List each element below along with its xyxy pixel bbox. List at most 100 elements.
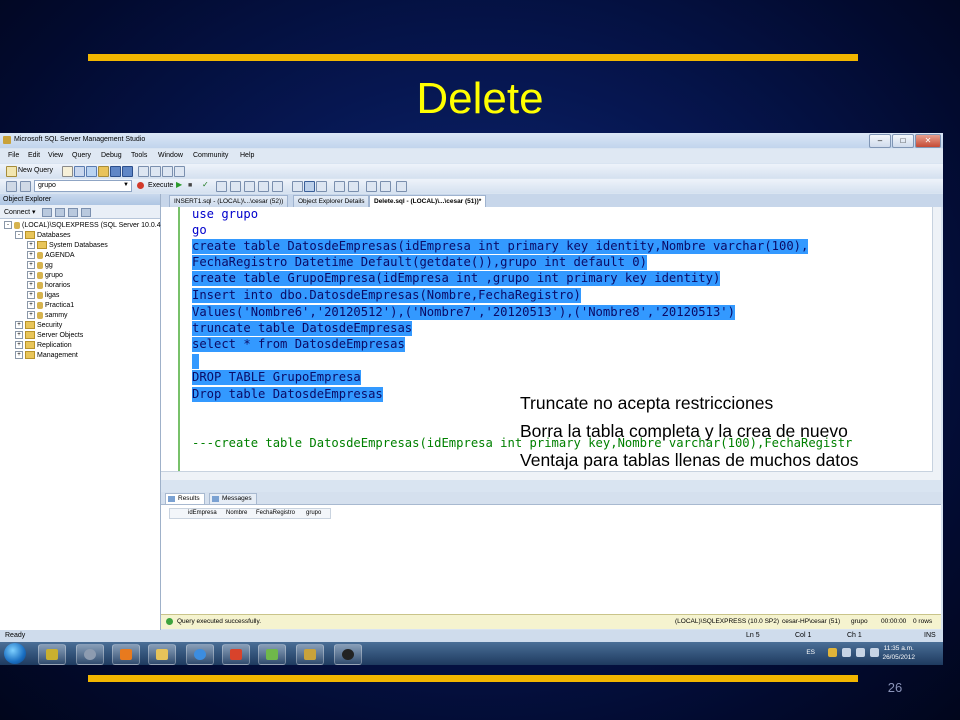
expand-icon[interactable]: + xyxy=(27,261,35,270)
notification-icon[interactable] xyxy=(828,648,837,657)
taskbar-app-button[interactable] xyxy=(334,644,362,665)
expand-icon[interactable]: + xyxy=(27,281,35,290)
menu-window[interactable]: Window xyxy=(158,152,183,159)
save-icon[interactable] xyxy=(110,166,121,177)
maximize-button[interactable]: □ xyxy=(892,134,914,148)
menu-help[interactable]: Help xyxy=(240,152,254,159)
expand-icon[interactable]: + xyxy=(27,311,35,320)
parse-check-icon[interactable]: ✓ xyxy=(202,180,209,189)
menu-edit[interactable]: Edit xyxy=(28,152,40,159)
taskbar-app-button[interactable] xyxy=(112,644,140,665)
menu-tools[interactable]: Tools xyxy=(131,152,147,159)
tree-item-database[interactable]: + sammy xyxy=(27,311,68,321)
results-to-file-icon[interactable] xyxy=(272,181,283,192)
system-clock[interactable]: 11:35 a.m. 26/05/2012 xyxy=(882,644,915,662)
network-icon[interactable] xyxy=(856,648,865,657)
tree-databases-folder[interactable]: - Databases xyxy=(15,231,70,241)
column-header-grupo[interactable]: grupo xyxy=(306,510,321,516)
volume-icon[interactable] xyxy=(870,648,879,657)
taskbar-app-button[interactable] xyxy=(222,644,250,665)
column-header-fecharegistro[interactable]: FechaRegistro xyxy=(256,510,295,516)
tree-server[interactable]: - (LOCAL)\SQLEXPRESS (SQL Server 10.0.406 xyxy=(4,221,168,231)
column-header-nombre[interactable]: Nombre xyxy=(226,510,247,516)
editor-horizontal-scrollbar[interactable] xyxy=(161,471,933,480)
uncomment-icon[interactable] xyxy=(334,181,345,192)
expand-icon[interactable]: + xyxy=(27,271,35,280)
tree-item-database[interactable]: + gg xyxy=(27,261,53,271)
collapse-icon[interactable]: - xyxy=(4,221,12,230)
query-designer-icon[interactable] xyxy=(230,181,241,192)
minimize-button[interactable]: – xyxy=(869,134,891,148)
editor-vertical-scrollbar[interactable] xyxy=(932,207,941,480)
tree-item-security[interactable]: + Security xyxy=(15,321,62,331)
object-explorer-icon[interactable] xyxy=(150,166,161,177)
tree-item-database[interactable]: + ligas xyxy=(27,291,59,301)
tab-insert1[interactable]: INSERT1.sql - (LOCAL)\...\cesar (52)) xyxy=(169,195,289,207)
tray-icon[interactable] xyxy=(842,648,851,657)
taskbar-app-button[interactable] xyxy=(76,644,104,665)
close-button[interactable]: ✕ xyxy=(915,134,941,148)
intellisense-icon[interactable] xyxy=(396,181,407,192)
analysis-query-icon[interactable] xyxy=(86,166,97,177)
database-engine-query-icon[interactable] xyxy=(74,166,85,177)
expand-icon[interactable]: + xyxy=(15,351,23,360)
tree-item-server-objects[interactable]: + Server Objects xyxy=(15,331,83,341)
tree-item-database[interactable]: + Practica1 xyxy=(27,301,74,311)
menu-view[interactable]: View xyxy=(48,152,63,159)
available-databases-select[interactable]: grupo ▼ xyxy=(34,180,132,192)
results-to-text-icon[interactable] xyxy=(244,181,255,192)
taskbar-app-button[interactable] xyxy=(148,644,176,665)
template-explorer-icon[interactable] xyxy=(162,166,173,177)
tree-item-database[interactable]: + grupo xyxy=(27,271,63,281)
tab-delete[interactable]: Delete.sql - (LOCAL)\...\cesar (51))* xyxy=(369,195,487,207)
column-header-idempresa[interactable]: idEmpresa xyxy=(188,510,217,516)
debug-play-icon[interactable]: ▶ xyxy=(176,180,182,189)
stop-icon[interactable] xyxy=(55,208,65,217)
refresh-icon[interactable] xyxy=(81,208,91,217)
open-file-icon[interactable] xyxy=(98,166,109,177)
tree-item-replication[interactable]: + Replication xyxy=(15,341,72,351)
properties-window-icon[interactable] xyxy=(174,166,185,177)
tab-object-explorer-details[interactable]: Object Explorer Details xyxy=(293,195,370,207)
menu-file[interactable]: File xyxy=(8,152,19,159)
results-to-grid-icon[interactable] xyxy=(258,181,269,192)
taskbar-app-button[interactable] xyxy=(186,644,214,665)
expand-icon[interactable]: + xyxy=(27,241,35,250)
taskbar-app-button[interactable] xyxy=(296,644,324,665)
expand-icon[interactable]: + xyxy=(27,251,35,260)
change-connection-icon[interactable] xyxy=(6,181,17,192)
client-statistics-icon[interactable] xyxy=(304,181,315,192)
display-plan-icon[interactable] xyxy=(216,181,227,192)
cancel-query-icon[interactable]: ■ xyxy=(188,182,192,189)
taskbar-app-button[interactable] xyxy=(38,644,66,665)
new-query-button[interactable]: New Query xyxy=(18,167,53,174)
expand-icon[interactable]: + xyxy=(15,341,23,350)
registered-servers-icon[interactable] xyxy=(138,166,149,177)
filter-icon[interactable] xyxy=(68,208,78,217)
save-all-icon[interactable] xyxy=(122,166,133,177)
menu-query[interactable]: Query xyxy=(72,152,91,159)
expand-icon[interactable]: + xyxy=(15,321,23,330)
tree-item-database[interactable]: + AGENDA xyxy=(27,251,75,261)
language-indicator[interactable]: ES xyxy=(806,649,815,656)
execute-button[interactable]: Execute xyxy=(148,182,173,189)
menu-debug[interactable]: Debug xyxy=(101,152,122,159)
increase-indent-icon[interactable] xyxy=(366,181,377,192)
expand-icon[interactable]: + xyxy=(27,291,35,300)
disconnect-icon[interactable] xyxy=(42,208,52,217)
specify-values-icon[interactable] xyxy=(380,181,391,192)
menu-community[interactable]: Community xyxy=(193,152,228,159)
collapse-icon[interactable]: - xyxy=(15,231,23,240)
connect-button[interactable]: Connect ▾ xyxy=(4,208,36,216)
decrease-indent-icon[interactable] xyxy=(348,181,359,192)
expand-icon[interactable]: + xyxy=(15,331,23,340)
taskbar-app-button[interactable] xyxy=(258,644,286,665)
comment-icon[interactable] xyxy=(316,181,327,192)
tree-item-management[interactable]: + Management xyxy=(15,351,78,361)
expand-icon[interactable]: + xyxy=(27,301,35,310)
disconnect-icon[interactable] xyxy=(20,181,31,192)
tree-item-system-databases[interactable]: + System Databases xyxy=(27,241,108,251)
include-plan-icon[interactable] xyxy=(292,181,303,192)
start-button[interactable] xyxy=(4,643,26,664)
tree-item-database[interactable]: + horarios xyxy=(27,281,70,291)
